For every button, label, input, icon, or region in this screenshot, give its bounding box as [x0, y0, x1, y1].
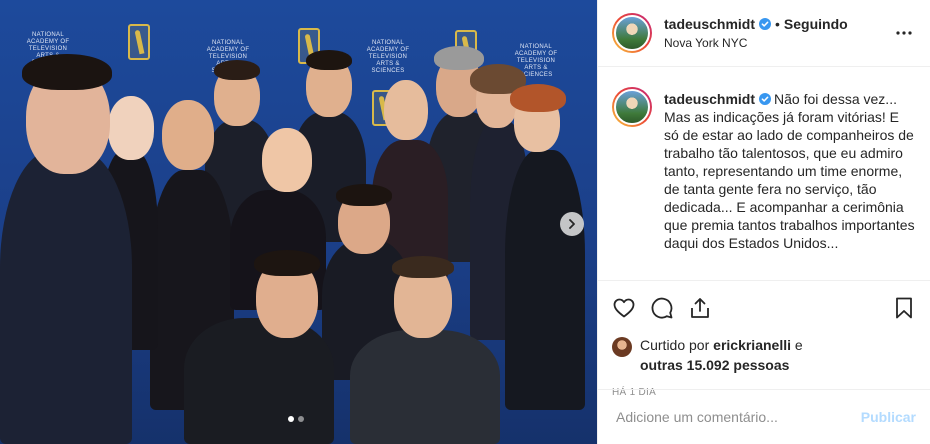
liker-username[interactable]: erickrianelli: [713, 337, 791, 353]
comment-icon[interactable]: [650, 296, 674, 320]
username-link[interactable]: tadeuschmidt: [664, 16, 755, 32]
location-link[interactable]: Nova York NYC: [664, 36, 848, 50]
backdrop-text: NATIONAL ACADEMY OF TELEVISION ARTS & SC…: [366, 40, 410, 74]
verified-badge-icon: [759, 18, 772, 30]
caption-text: Não foi dessa vez... Mas as indicações j…: [664, 91, 915, 251]
caption-section: tadeuschmidt Não foi dessa vez... Mas as …: [598, 67, 930, 281]
post-photo[interactable]: NATIONAL ACADEMY OF TELEVISION ARTS & SC…: [0, 0, 597, 444]
more-options-button[interactable]: [892, 21, 916, 45]
separator-dot: •: [775, 16, 780, 32]
avatar[interactable]: [612, 13, 652, 53]
caption: tadeuschmidt Não foi dessa vez... Mas as …: [664, 90, 916, 280]
likes-count-link[interactable]: outras 15.092 pessoas: [640, 357, 789, 373]
more-options-icon: [896, 31, 912, 35]
heart-icon[interactable]: [612, 296, 636, 320]
carousel-dot-active: [288, 416, 294, 422]
caption-username[interactable]: tadeuschmidt: [664, 91, 755, 107]
bookmark-icon[interactable]: [892, 296, 916, 320]
comment-form: Publicar: [598, 389, 930, 444]
post-sidebar: tadeuschmidt • Seguindo Nova York NYC ta…: [597, 0, 930, 444]
likes-connector: e: [794, 337, 803, 353]
likes-prefix: Curtido por: [640, 337, 710, 353]
share-icon[interactable]: [688, 296, 712, 320]
emmy-logo: [128, 24, 192, 64]
post-actions: [598, 281, 930, 335]
comment-input[interactable]: [616, 409, 861, 425]
likes-summary: Curtido por erickrianelli e outras 15.09…: [598, 335, 930, 375]
carousel-indicator: [288, 416, 304, 422]
post-header: tadeuschmidt • Seguindo Nova York NYC: [598, 0, 930, 67]
chevron-right-icon: [569, 219, 575, 229]
follow-status-button[interactable]: Seguindo: [784, 16, 848, 32]
publish-button[interactable]: Publicar: [861, 409, 916, 425]
carousel-next-button[interactable]: [560, 212, 584, 236]
carousel-dot: [298, 416, 304, 422]
verified-badge-icon: [759, 93, 772, 105]
liker-avatar[interactable]: [612, 337, 632, 357]
avatar[interactable]: [612, 87, 652, 127]
